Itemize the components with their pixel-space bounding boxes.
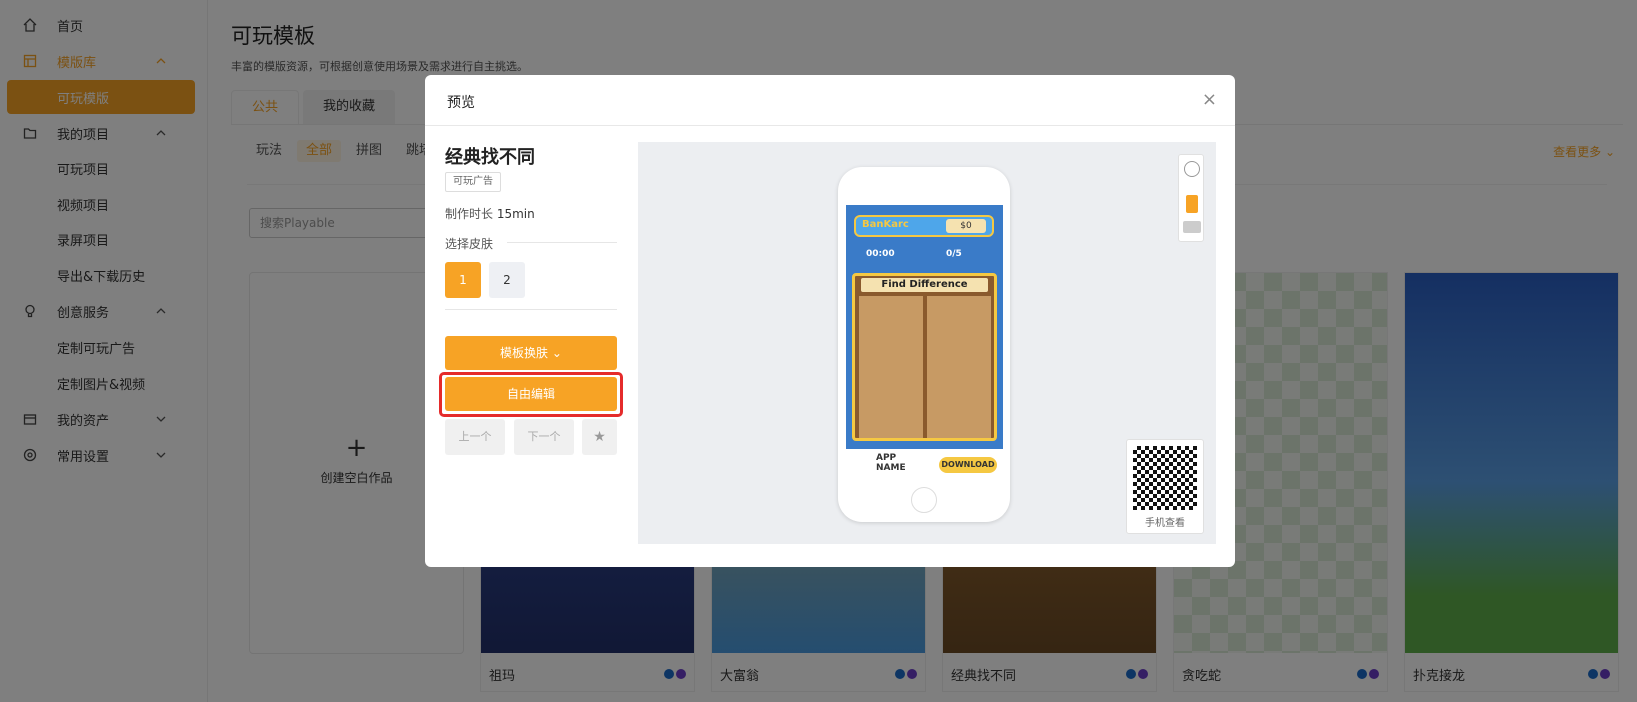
preview-toolbar bbox=[1178, 154, 1204, 242]
next-button[interactable]: 下一个 bbox=[514, 419, 574, 455]
difference-panel-right bbox=[927, 296, 991, 438]
phone-frame: BanKarc $0 00:00 0/5 Find Difference APP… bbox=[838, 167, 1010, 522]
game-header: BanKarc $0 bbox=[854, 215, 994, 237]
skin-option-1[interactable]: 1 bbox=[445, 262, 481, 298]
divider bbox=[445, 309, 617, 310]
game-banner: Find Difference bbox=[861, 278, 988, 292]
template-tag: 可玩广告 bbox=[445, 172, 501, 192]
phone-home-button bbox=[911, 487, 937, 513]
preview-modal: 预览 × 经典找不同 可玩广告 制作时长 15min 选择皮肤 1 2 模板换肤… bbox=[425, 75, 1235, 567]
game-footer: APP NAME DOWNLOAD bbox=[846, 449, 1003, 481]
template-title: 经典找不同 bbox=[445, 147, 535, 168]
modal-title: 预览 bbox=[447, 95, 475, 111]
game-preview[interactable]: BanKarc $0 00:00 0/5 Find Difference APP… bbox=[846, 205, 1003, 481]
brand-label: BanKarc bbox=[862, 219, 909, 230]
skin-selector-label: 选择皮肤 bbox=[445, 237, 494, 251]
progress-label: 0/5 bbox=[946, 249, 962, 259]
portrait-icon[interactable] bbox=[1186, 195, 1198, 213]
preview-stage: BanKarc $0 00:00 0/5 Find Difference APP… bbox=[638, 142, 1216, 544]
chevron-down-icon: ⌄ bbox=[551, 346, 562, 360]
qr-code bbox=[1133, 446, 1197, 510]
prev-button[interactable]: 上一个 bbox=[445, 419, 505, 455]
timer-label: 00:00 bbox=[866, 249, 895, 259]
download-button[interactable]: DOWNLOAD bbox=[939, 457, 997, 473]
change-skin-label: 模板换肤 bbox=[500, 346, 549, 360]
skin-option-2[interactable]: 2 bbox=[489, 262, 525, 298]
close-icon[interactable]: × bbox=[1202, 89, 1217, 110]
production-duration: 制作时长 15min bbox=[445, 205, 535, 222]
qr-code-panel: 手机查看 bbox=[1126, 439, 1204, 534]
star-icon[interactable]: ★ bbox=[582, 419, 617, 455]
duration-label: 制作时长 bbox=[445, 207, 494, 221]
game-board: Find Difference bbox=[852, 273, 997, 441]
difference-panel-left bbox=[859, 296, 923, 438]
app-name: APP NAME bbox=[876, 453, 906, 473]
replay-icon[interactable] bbox=[1184, 161, 1200, 177]
change-skin-button[interactable]: 模板换肤 ⌄ bbox=[445, 336, 617, 370]
money-label: $0 bbox=[946, 219, 986, 233]
duration-value: 15min bbox=[496, 207, 535, 221]
modal-header: 预览 × bbox=[425, 75, 1235, 126]
qr-label: 手机查看 bbox=[1145, 518, 1185, 529]
free-edit-button[interactable]: 自由编辑 bbox=[445, 377, 617, 411]
divider bbox=[507, 242, 617, 243]
landscape-icon[interactable] bbox=[1183, 221, 1201, 233]
